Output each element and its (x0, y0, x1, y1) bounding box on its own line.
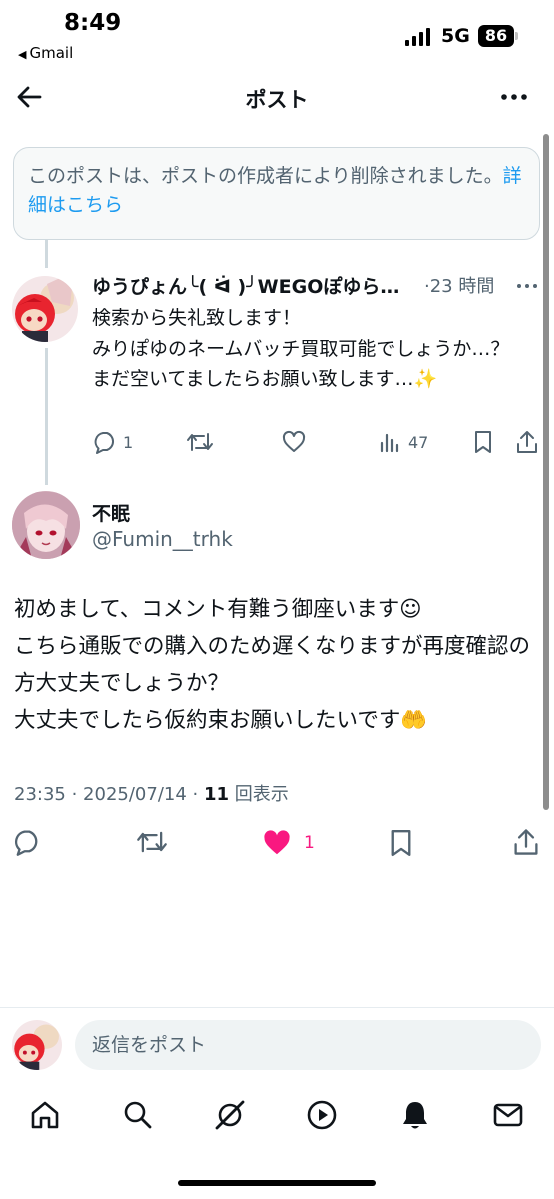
post-meta: 23:35 · 2025/07/14 · 11 回表示 (14, 784, 289, 805)
thread-line (45, 240, 48, 268)
post-time: 23:35 (14, 784, 66, 805)
views-button[interactable]: 47 (378, 430, 428, 454)
home-icon[interactable] (28, 1098, 62, 1132)
post-line: 初めまして、コメント有難う御座います☺︎ (14, 597, 422, 622)
share-button[interactable] (515, 429, 539, 455)
reply-more-icon[interactable] (514, 276, 540, 296)
like-button[interactable] (282, 430, 306, 454)
divider (0, 1007, 554, 1008)
author-handle[interactable]: @Fumin__trhk (92, 527, 233, 551)
bookmark-button[interactable] (472, 430, 494, 454)
share-icon (514, 829, 538, 855)
share-button[interactable] (512, 827, 540, 857)
like-button[interactable]: 1 (262, 828, 315, 858)
reply-line: まだ空いてましたらお願い致します…✨ (92, 368, 438, 390)
messages-mail-icon[interactable] (491, 1098, 525, 1132)
back-to-app-link[interactable]: ◀ Gmail (18, 44, 73, 62)
author-name[interactable]: 不眠 (92, 499, 130, 526)
back-triangle-icon: ◀ (18, 48, 27, 61)
battery-icon: 86 (478, 25, 514, 47)
reply-button[interactable]: 1 (92, 430, 133, 454)
views-chart-icon (380, 433, 399, 453)
post-action-bar: 1 (0, 824, 554, 864)
grok-icon[interactable] (213, 1098, 247, 1132)
deleted-notice-text: このポストは、ポストの作成者により削除されました。 (28, 165, 503, 187)
reply-count: 1 (123, 432, 134, 452)
bookmark-icon (391, 830, 411, 856)
avatar (12, 1020, 62, 1070)
deleted-post-notice: このポストは、ポストの作成者により削除されました。詳細はこちら (13, 147, 540, 240)
post-line: こちら通販での購入のため遅くなりますが再度確認の方大丈夫でしょうか？ (14, 634, 531, 696)
notifications-bell-icon[interactable] (398, 1098, 432, 1132)
comment-icon (94, 432, 114, 454)
repost-icon (187, 433, 213, 451)
reply-view-count: 47 (408, 432, 429, 452)
reply-action-bar: 1 47 (0, 428, 554, 458)
reply-line: 検索から失礼致します！ (92, 307, 302, 329)
more-options-icon[interactable] (498, 82, 530, 112)
bookmark-button[interactable] (388, 828, 414, 858)
post-body: 初めまして、コメント有難う御座います☺︎ こちら通販での購入のため遅くなりますが… (14, 591, 544, 739)
post-view-count: 11 (203, 784, 230, 805)
reply-body: 検索から失礼致します！ みりぽゆのネームバッチ買取可能でしょうか…？ まだ空いて… (92, 303, 532, 395)
network-label: 5G (441, 25, 470, 47)
like-count: 1 (304, 833, 315, 853)
back-app-label: Gmail (29, 44, 74, 62)
signal-icon (405, 28, 431, 46)
repost-button[interactable] (186, 430, 214, 454)
heart-icon (282, 430, 306, 452)
status-bar: 8:49 ◀ Gmail 5G 86 (0, 0, 554, 70)
reply-timestamp: ·23 時間 (424, 276, 495, 297)
search-icon[interactable] (121, 1098, 155, 1132)
home-indicator[interactable] (178, 1180, 376, 1186)
bottom-tab-bar (0, 1090, 554, 1145)
avatar[interactable] (12, 491, 80, 559)
video-play-icon[interactable] (305, 1098, 339, 1132)
post-line: 大丈夫でしたら仮約束お願いしたいです🤲 (14, 708, 428, 733)
repost-icon (137, 831, 167, 853)
heart-filled-icon (264, 830, 290, 855)
share-icon (517, 431, 537, 453)
bookmark-icon (475, 431, 491, 453)
page-title: ポスト (245, 88, 309, 112)
reply-input[interactable]: 返信をポスト (75, 1020, 541, 1070)
thread-line (45, 348, 48, 485)
repost-button[interactable] (136, 828, 168, 856)
reply-line: みりぽゆのネームバッチ買取可能でしょうか…？ (92, 337, 510, 360)
status-time: 8:49 (64, 10, 122, 36)
post-view-label: 回表示 (234, 784, 289, 805)
reply-author-name[interactable]: ゆうぴょん╰( ᐛ )╯WEGOぽゆら… (92, 272, 422, 299)
reply-button[interactable] (12, 828, 42, 856)
post-date: 2025/07/14 (83, 784, 187, 805)
top-nav: ポスト (0, 72, 554, 126)
avatar[interactable] (12, 276, 78, 342)
comment-icon (15, 830, 38, 856)
